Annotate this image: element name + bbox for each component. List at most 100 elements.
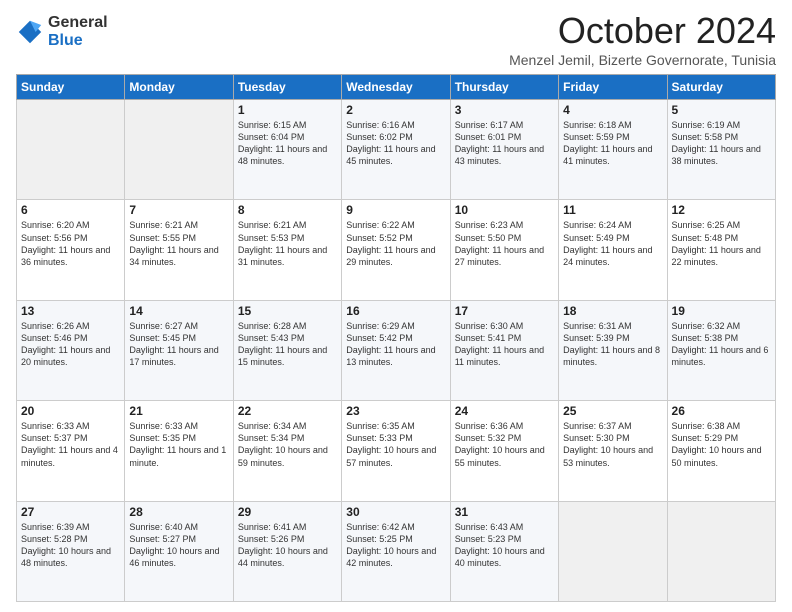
calendar-cell: 8 Sunrise: 6:21 AM Sunset: 5:53 PM Daylig… (233, 200, 341, 300)
day-number: 20 (21, 404, 120, 418)
location-subtitle: Menzel Jemil, Bizerte Governorate, Tunis… (509, 52, 776, 68)
day-number: 6 (21, 203, 120, 217)
day-info: Sunrise: 6:35 AM Sunset: 5:33 PM Dayligh… (346, 420, 445, 469)
day-info: Sunrise: 6:33 AM Sunset: 5:37 PM Dayligh… (21, 420, 120, 469)
calendar-cell: 5 Sunrise: 6:19 AM Sunset: 5:58 PM Daylig… (667, 100, 775, 200)
col-monday: Monday (125, 75, 233, 100)
day-info: Sunrise: 6:26 AM Sunset: 5:46 PM Dayligh… (21, 320, 120, 369)
page-header: General Blue October 2024 Menzel Jemil, … (16, 10, 776, 68)
day-info: Sunrise: 6:38 AM Sunset: 5:29 PM Dayligh… (672, 420, 771, 469)
day-info: Sunrise: 6:31 AM Sunset: 5:39 PM Dayligh… (563, 320, 662, 369)
week-row-3: 13Sunrise: 6:26 AM Sunset: 5:46 PM Dayli… (17, 300, 776, 400)
day-info: Sunrise: 6:19 AM Sunset: 5:58 PM Dayligh… (672, 119, 771, 168)
day-number: 25 (563, 404, 662, 418)
calendar-cell (559, 501, 667, 601)
calendar-cell: 30 Sunrise: 6:42 AM Sunset: 5:25 PM Dayli… (342, 501, 450, 601)
day-number: 19 (672, 304, 771, 318)
logo-icon (16, 18, 44, 46)
day-number: 14 (129, 304, 228, 318)
col-saturday: Saturday (667, 75, 775, 100)
calendar-cell (667, 501, 775, 601)
calendar-cell: 20 Sunrise: 6:33 AM Sunset: 5:37 PM Dayli… (17, 401, 125, 501)
day-info: Sunrise: 6:20 AM Sunset: 5:56 PM Dayligh… (21, 219, 120, 268)
calendar-cell: 25 Sunrise: 6:37 AM Sunset: 5:30 PM Dayli… (559, 401, 667, 501)
day-info: Sunrise: 6:22 AM Sunset: 5:52 PM Dayligh… (346, 219, 445, 268)
calendar-cell: 7Sunrise: 6:21 AM Sunset: 5:55 PM Daylig… (125, 200, 233, 300)
day-number: 27 (21, 505, 120, 519)
day-info: Sunrise: 6:34 AM Sunset: 5:34 PM Dayligh… (238, 420, 337, 469)
day-info: Sunrise: 6:36 AM Sunset: 5:32 PM Dayligh… (455, 420, 554, 469)
day-info: Sunrise: 6:21 AM Sunset: 5:53 PM Dayligh… (238, 219, 337, 268)
calendar-cell: 26Sunrise: 6:38 AM Sunset: 5:29 PM Dayli… (667, 401, 775, 501)
col-sunday: Sunday (17, 75, 125, 100)
calendar-cell: 9 Sunrise: 6:22 AM Sunset: 5:52 PM Daylig… (342, 200, 450, 300)
calendar-cell: 4 Sunrise: 6:18 AM Sunset: 5:59 PM Daylig… (559, 100, 667, 200)
week-row-5: 27 Sunrise: 6:39 AM Sunset: 5:28 PM Dayli… (17, 501, 776, 601)
day-info: Sunrise: 6:41 AM Sunset: 5:26 PM Dayligh… (238, 521, 337, 570)
day-info: Sunrise: 6:23 AM Sunset: 5:50 PM Dayligh… (455, 219, 554, 268)
calendar-cell: 31Sunrise: 6:43 AM Sunset: 5:23 PM Dayli… (450, 501, 558, 601)
calendar-cell: 6 Sunrise: 6:20 AM Sunset: 5:56 PM Daylig… (17, 200, 125, 300)
day-info: Sunrise: 6:43 AM Sunset: 5:23 PM Dayligh… (455, 521, 554, 570)
day-info: Sunrise: 6:29 AM Sunset: 5:42 PM Dayligh… (346, 320, 445, 369)
day-info: Sunrise: 6:40 AM Sunset: 5:27 PM Dayligh… (129, 521, 228, 570)
day-number: 12 (672, 203, 771, 217)
day-number: 30 (346, 505, 445, 519)
day-number: 17 (455, 304, 554, 318)
calendar-cell: 22 Sunrise: 6:34 AM Sunset: 5:34 PM Dayli… (233, 401, 341, 501)
calendar-cell: 14 Sunrise: 6:27 AM Sunset: 5:45 PM Dayli… (125, 300, 233, 400)
calendar-cell: 19 Sunrise: 6:32 AM Sunset: 5:38 PM Dayli… (667, 300, 775, 400)
calendar-cell: 1 Sunrise: 6:15 AM Sunset: 6:04 PM Daylig… (233, 100, 341, 200)
calendar-cell: 17 Sunrise: 6:30 AM Sunset: 5:41 PM Dayli… (450, 300, 558, 400)
day-info: Sunrise: 6:37 AM Sunset: 5:30 PM Dayligh… (563, 420, 662, 469)
col-tuesday: Tuesday (233, 75, 341, 100)
day-info: Sunrise: 6:32 AM Sunset: 5:38 PM Dayligh… (672, 320, 771, 369)
day-info: Sunrise: 6:25 AM Sunset: 5:48 PM Dayligh… (672, 219, 771, 268)
day-info: Sunrise: 6:15 AM Sunset: 6:04 PM Dayligh… (238, 119, 337, 168)
calendar-cell: 24 Sunrise: 6:36 AM Sunset: 5:32 PM Dayli… (450, 401, 558, 501)
calendar-table: Sunday Monday Tuesday Wednesday Thursday… (16, 74, 776, 602)
day-number: 1 (238, 103, 337, 117)
day-number: 8 (238, 203, 337, 217)
day-info: Sunrise: 6:42 AM Sunset: 5:25 PM Dayligh… (346, 521, 445, 570)
header-row: Sunday Monday Tuesday Wednesday Thursday… (17, 75, 776, 100)
day-number: 9 (346, 203, 445, 217)
col-wednesday: Wednesday (342, 75, 450, 100)
day-number: 23 (346, 404, 445, 418)
calendar-cell: 12 Sunrise: 6:25 AM Sunset: 5:48 PM Dayli… (667, 200, 775, 300)
day-info: Sunrise: 6:30 AM Sunset: 5:41 PM Dayligh… (455, 320, 554, 369)
calendar-cell (17, 100, 125, 200)
col-thursday: Thursday (450, 75, 558, 100)
day-info: Sunrise: 6:28 AM Sunset: 5:43 PM Dayligh… (238, 320, 337, 369)
calendar-cell: 16Sunrise: 6:29 AM Sunset: 5:42 PM Dayli… (342, 300, 450, 400)
calendar-cell: 15 Sunrise: 6:28 AM Sunset: 5:43 PM Dayli… (233, 300, 341, 400)
day-number: 24 (455, 404, 554, 418)
day-number: 2 (346, 103, 445, 117)
logo: General Blue (16, 14, 108, 49)
day-number: 5 (672, 103, 771, 117)
logo-general-text: General (48, 14, 108, 32)
day-number: 10 (455, 203, 554, 217)
day-number: 7 (129, 203, 228, 217)
day-number: 4 (563, 103, 662, 117)
calendar-cell: 21Sunrise: 6:33 AM Sunset: 5:35 PM Dayli… (125, 401, 233, 501)
calendar-cell: 2Sunrise: 6:16 AM Sunset: 6:02 PM Daylig… (342, 100, 450, 200)
title-section: October 2024 Menzel Jemil, Bizerte Gover… (509, 10, 776, 68)
day-info: Sunrise: 6:27 AM Sunset: 5:45 PM Dayligh… (129, 320, 228, 369)
day-number: 29 (238, 505, 337, 519)
calendar-cell: 18Sunrise: 6:31 AM Sunset: 5:39 PM Dayli… (559, 300, 667, 400)
day-info: Sunrise: 6:39 AM Sunset: 5:28 PM Dayligh… (21, 521, 120, 570)
day-info: Sunrise: 6:18 AM Sunset: 5:59 PM Dayligh… (563, 119, 662, 168)
day-number: 28 (129, 505, 228, 519)
week-row-2: 6 Sunrise: 6:20 AM Sunset: 5:56 PM Daylig… (17, 200, 776, 300)
week-row-4: 20 Sunrise: 6:33 AM Sunset: 5:37 PM Dayli… (17, 401, 776, 501)
calendar-cell: 28 Sunrise: 6:40 AM Sunset: 5:27 PM Dayli… (125, 501, 233, 601)
logo-blue-text: Blue (48, 32, 108, 50)
calendar-cell: 23 Sunrise: 6:35 AM Sunset: 5:33 PM Dayli… (342, 401, 450, 501)
week-row-1: 1 Sunrise: 6:15 AM Sunset: 6:04 PM Daylig… (17, 100, 776, 200)
calendar-cell: 29 Sunrise: 6:41 AM Sunset: 5:26 PM Dayli… (233, 501, 341, 601)
day-number: 22 (238, 404, 337, 418)
calendar-cell: 13Sunrise: 6:26 AM Sunset: 5:46 PM Dayli… (17, 300, 125, 400)
calendar-cell (125, 100, 233, 200)
day-number: 15 (238, 304, 337, 318)
